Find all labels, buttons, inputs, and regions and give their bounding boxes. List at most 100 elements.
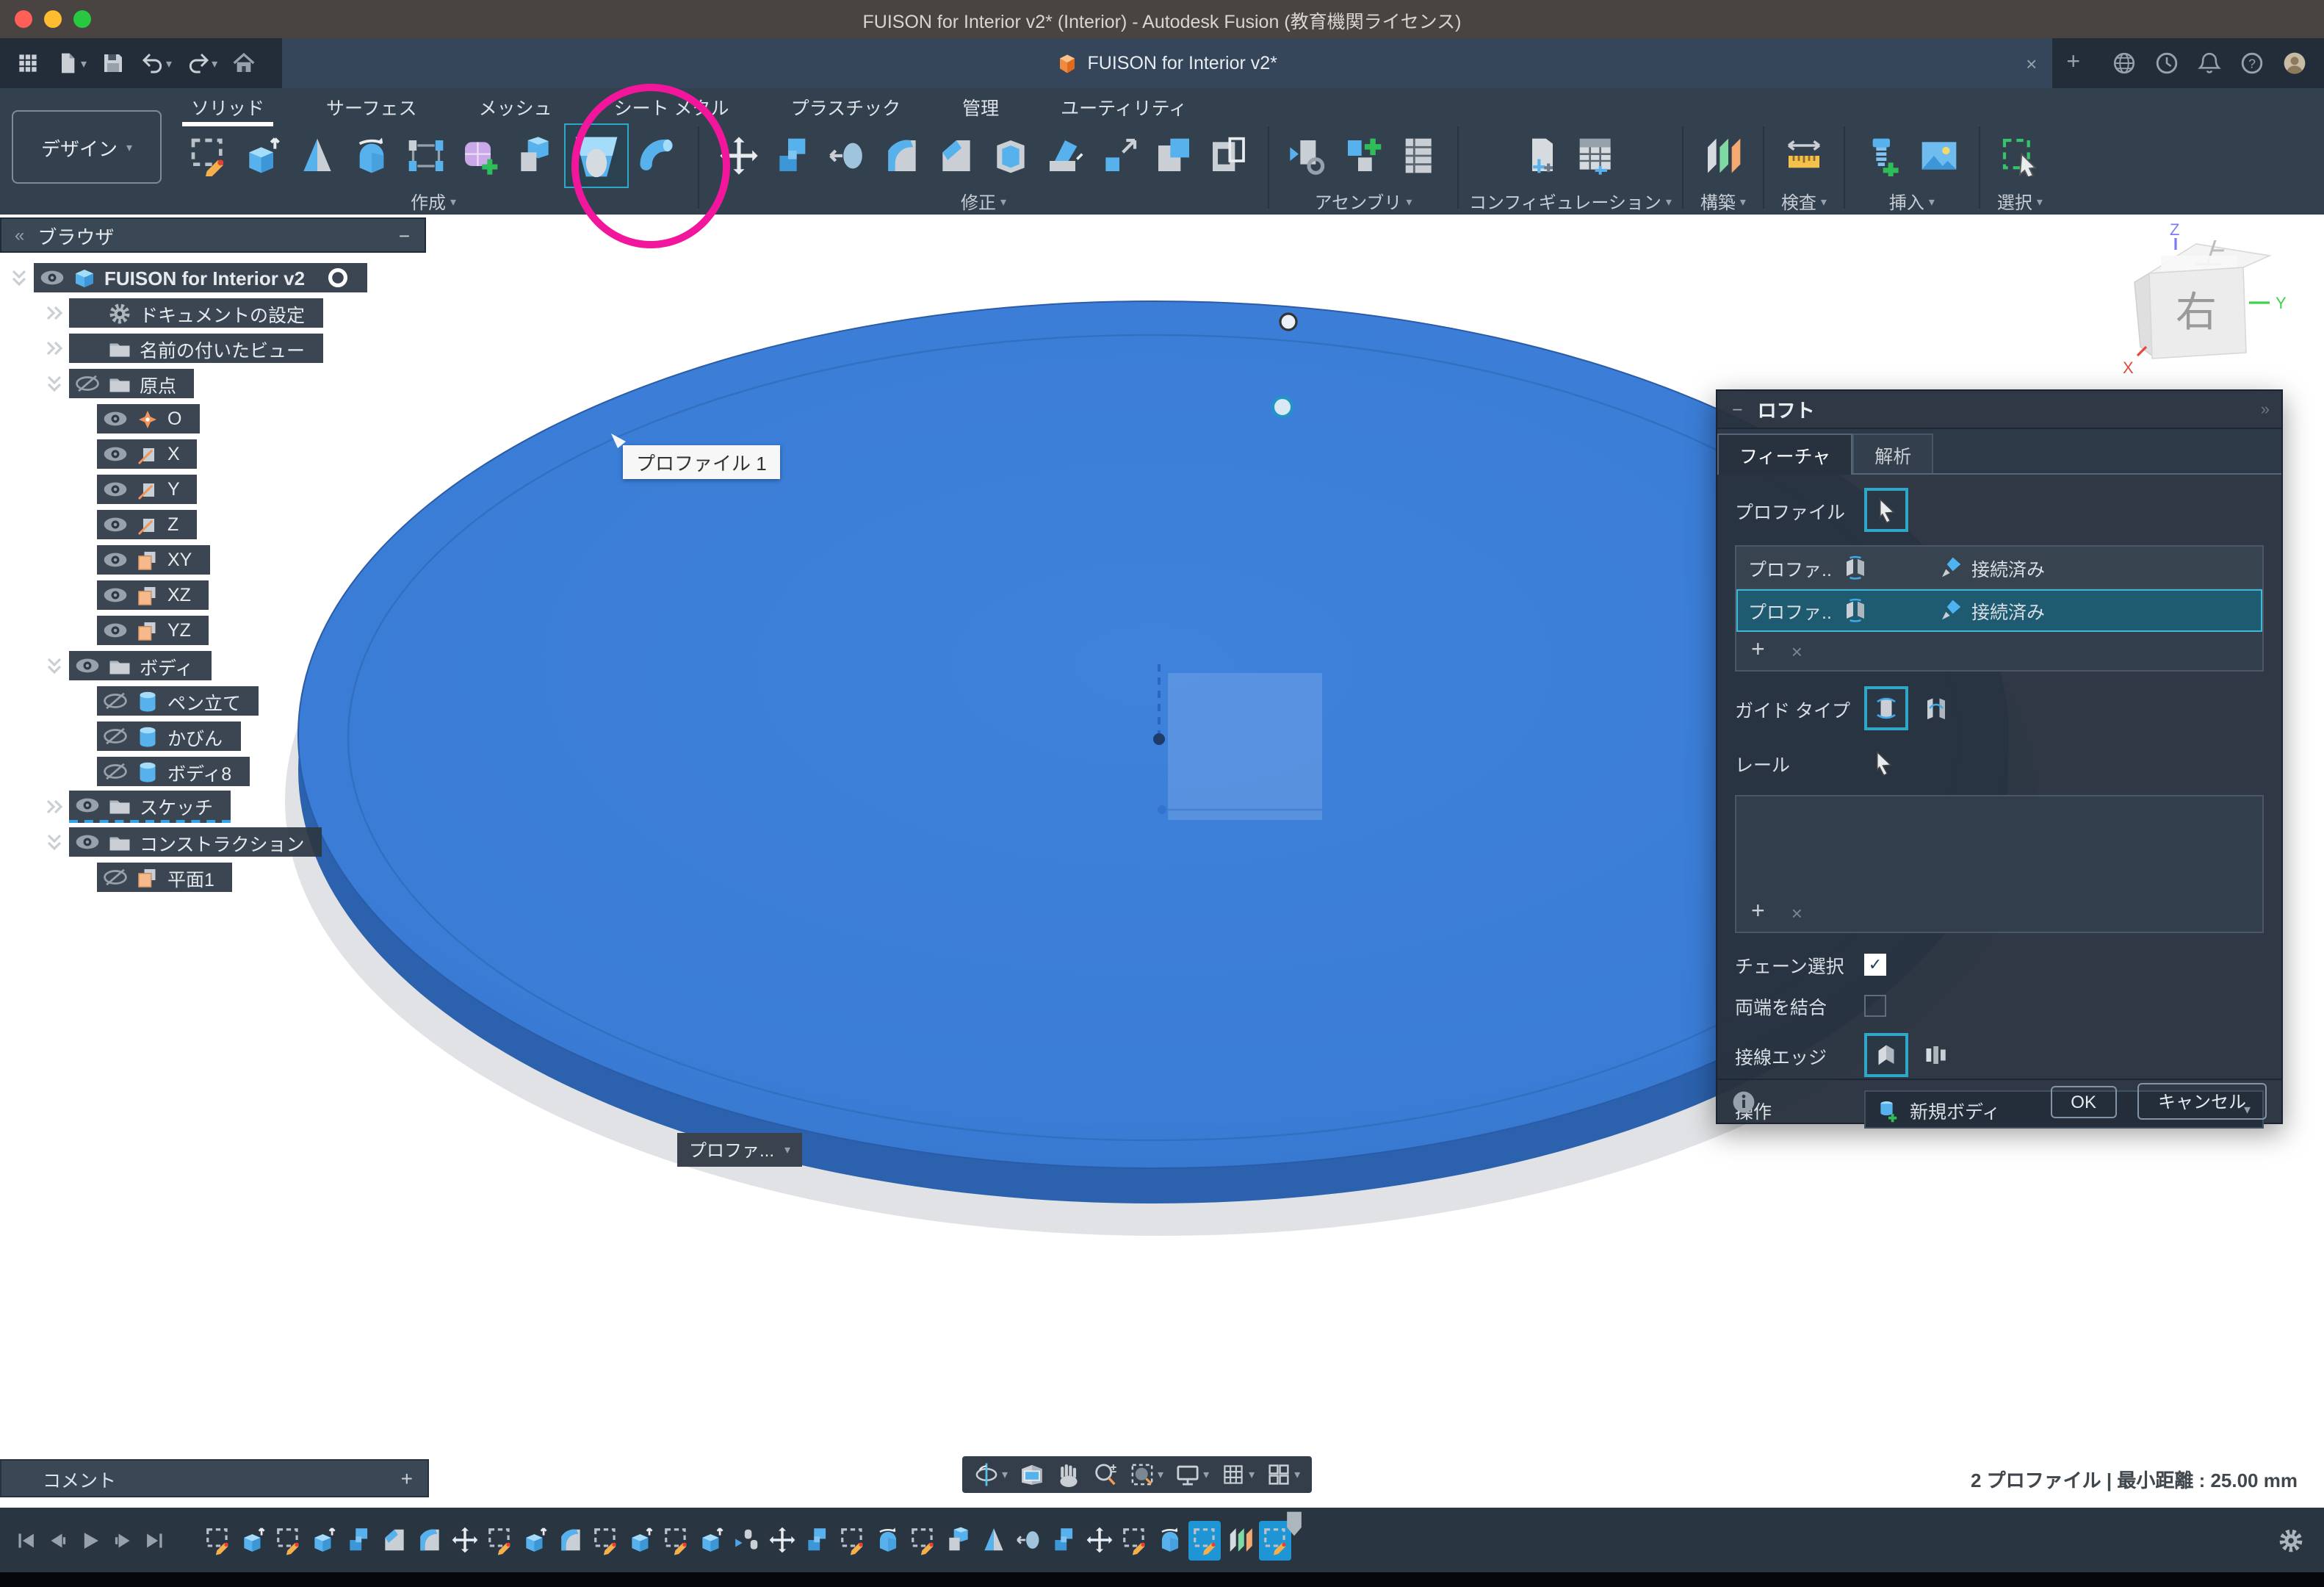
step-back-button[interactable] [47, 1529, 69, 1551]
collapse-panel-icon[interactable]: « [15, 225, 24, 245]
chevron-icon[interactable] [44, 338, 65, 359]
ribbon-tab[interactable]: ソリッド [191, 92, 264, 120]
item-label[interactable]: XY [167, 550, 192, 570]
timeline-feature[interactable] [765, 1520, 798, 1560]
item-label[interactable]: XZ [167, 585, 191, 605]
ribbon-tool-button[interactable] [1860, 129, 1910, 182]
display-settings-button[interactable]: ▾ [1175, 1462, 1209, 1487]
ribbon-tab[interactable]: ユーティリティ [1061, 92, 1187, 120]
fit-button[interactable]: ▾ [1130, 1462, 1163, 1487]
ribbon-tool-button[interactable] [347, 129, 397, 182]
item-label[interactable]: ペン立て [167, 687, 241, 715]
browser-row-box[interactable]: ペン立て [97, 686, 259, 716]
visibility-icon[interactable] [103, 445, 128, 463]
browser-row-box[interactable]: 原点 [69, 369, 194, 398]
dropdown-caret-icon[interactable]: ▾ [1294, 1468, 1300, 1481]
ribbon-tool-button[interactable] [184, 129, 234, 182]
item-label[interactable]: Y [167, 479, 180, 500]
browser-row-box[interactable]: XY [97, 545, 209, 575]
browser-row[interactable]: 名前の付いたビュー [44, 334, 426, 363]
loft-handle-outer[interactable] [1280, 314, 1296, 330]
dropdown-caret-icon[interactable]: ▾ [166, 57, 172, 70]
timeline-feature[interactable] [554, 1520, 586, 1560]
timeline-feature[interactable] [977, 1520, 1009, 1560]
dialog-tab[interactable]: フィーチャ [1717, 433, 1852, 475]
visibility-icon[interactable] [103, 868, 128, 886]
dropdown-caret-icon[interactable]: ▾ [1203, 1468, 1209, 1481]
timeline-feature[interactable] [801, 1520, 833, 1560]
timeline-feature[interactable] [695, 1520, 727, 1560]
ribbon-tool-button[interactable] [1338, 129, 1388, 182]
zoom-button[interactable] [1093, 1462, 1118, 1487]
dialog-expand-icon[interactable]: » [2261, 400, 2270, 418]
profile-row[interactable]: プロファ... 接続済み [1736, 589, 2262, 632]
quick-toolbar-button[interactable] [97, 47, 131, 79]
timeline-scrubber-handle[interactable] [1284, 1511, 1304, 1537]
timeline-feature[interactable] [836, 1520, 868, 1560]
timeline-feature[interactable] [272, 1520, 304, 1560]
timeline-feature[interactable] [942, 1520, 974, 1560]
viewports-button[interactable]: ▾ [1266, 1462, 1300, 1487]
timeline-feature[interactable] [1012, 1520, 1044, 1560]
visibility-icon[interactable] [103, 551, 128, 569]
timeline-feature[interactable] [1188, 1520, 1221, 1560]
traffic-lights[interactable] [15, 10, 91, 28]
view-cube[interactable]: 上 右 Z Y X [2111, 220, 2302, 385]
item-label[interactable]: ボディ8 [167, 757, 231, 785]
ribbon-tool-button[interactable] [768, 129, 818, 182]
timeline-feature[interactable] [413, 1520, 445, 1560]
cancel-button[interactable]: キャンセル [2137, 1083, 2267, 1120]
item-label[interactable]: ドキュメントの設定 [140, 299, 305, 327]
browser-row[interactable]: FUISON for Interior v2 [9, 263, 426, 292]
dropdown-caret-icon[interactable]: ▾ [1249, 1468, 1255, 1481]
profile1-label[interactable]: プロファイル 1 [623, 445, 780, 479]
browser-row-box[interactable]: コンストラクション [69, 827, 322, 857]
visibility-icon[interactable] [75, 833, 100, 851]
timeline-feature[interactable] [448, 1520, 480, 1560]
visibility-icon[interactable] [103, 763, 128, 780]
timeline-feature[interactable] [906, 1520, 939, 1560]
browser-row[interactable]: Z [97, 510, 426, 539]
tabstrip-icon-button[interactable] [2155, 51, 2179, 75]
ribbon-tool-button[interactable] [877, 129, 927, 182]
browser-row-box[interactable]: X [97, 439, 198, 469]
visibility-icon[interactable] [103, 692, 128, 710]
grid-settings-button[interactable]: ▾ [1221, 1462, 1255, 1487]
group-label-construct[interactable]: 構築▾ [1700, 190, 1746, 215]
dropdown-caret-icon[interactable]: ▾ [1158, 1468, 1163, 1481]
play-button[interactable] [79, 1529, 101, 1551]
timeline-feature[interactable] [307, 1520, 339, 1560]
browser-row-box[interactable]: 名前の付いたビュー [69, 334, 322, 363]
add-profile-button[interactable]: + [1751, 638, 1765, 664]
profile-dropdown-label[interactable]: プロファ... ▾ [677, 1133, 802, 1167]
visibility-icon[interactable] [75, 304, 100, 322]
go-to-start-button[interactable] [15, 1529, 37, 1551]
ribbon-tab[interactable]: メッシュ [479, 92, 552, 120]
tangent-edge-button-b[interactable] [1917, 1036, 1955, 1074]
profile-name[interactable]: プロファ... [1748, 553, 1830, 581]
timeline-feature[interactable] [1083, 1520, 1115, 1560]
browser-row[interactable]: Y [97, 475, 426, 504]
group-label-insert[interactable]: 挿入▾ [1889, 190, 1935, 215]
browser-row[interactable]: ボディ [44, 651, 426, 680]
item-label[interactable]: 原点 [140, 370, 176, 397]
browser-row[interactable]: XY [97, 545, 426, 575]
timeline-feature[interactable] [624, 1520, 657, 1560]
chevron-icon[interactable] [9, 267, 29, 288]
center-point[interactable] [1153, 733, 1165, 745]
merge-ends-checkbox[interactable] [1864, 995, 1886, 1017]
timeline-feature[interactable] [378, 1520, 410, 1560]
group-label-modify[interactable]: 修正▾ [961, 190, 1006, 215]
chevron-icon[interactable] [44, 832, 65, 852]
remove-rail-button[interactable]: × [1791, 902, 1802, 924]
timeline-feature[interactable] [483, 1520, 516, 1560]
ribbon-tab[interactable]: サーフェス [326, 92, 417, 120]
item-label[interactable]: X [167, 444, 180, 464]
visibility-icon[interactable] [103, 586, 128, 604]
browser-row[interactable]: O [97, 404, 426, 433]
timeline-feature[interactable] [519, 1520, 551, 1560]
browser-row[interactable]: 原点 [44, 369, 426, 398]
browser-row[interactable]: XZ [97, 580, 426, 610]
browser-row-box[interactable]: ボディ [69, 651, 211, 680]
item-label[interactable]: O [167, 409, 181, 429]
